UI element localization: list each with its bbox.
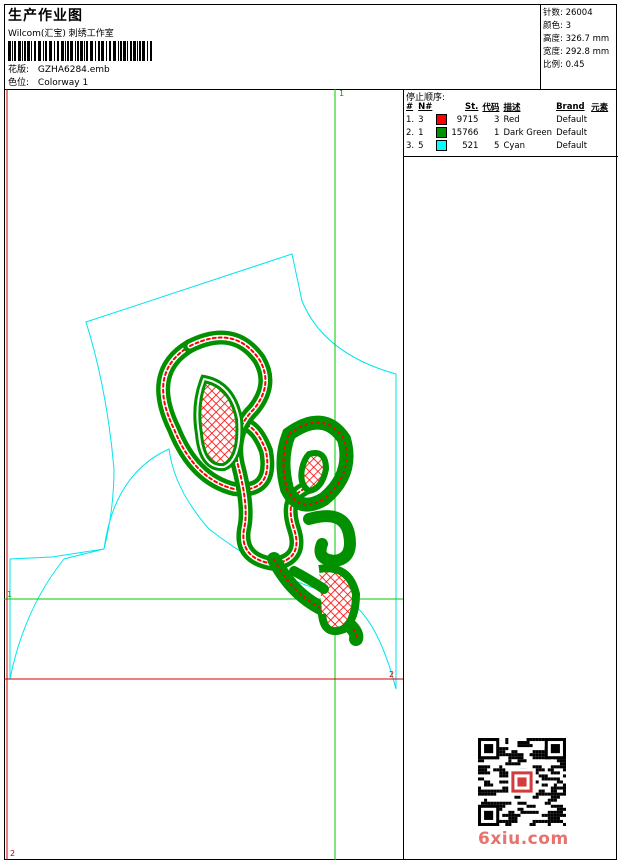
guide-label-v2: 2 (10, 849, 15, 858)
design-canvas: 1 1 2 2 (4, 89, 404, 860)
row-description: Dark Green (503, 127, 553, 138)
row-brand: Default (556, 140, 588, 151)
guide-label-h2: 2 (389, 670, 394, 679)
color-row: 2. 1 15766 1 Dark Green Default (404, 126, 610, 139)
color-table: # N# St. 代码 描述 Brand 元素 1. 3 9715 3 Red Defau… (404, 100, 610, 152)
row-brand: Default (556, 114, 588, 125)
color-row: 3. 5 521 5 Cyan Default (404, 139, 610, 152)
barcode (8, 41, 152, 61)
col-stitches: St. (465, 101, 479, 112)
row-index: 1. (406, 114, 415, 125)
row-swatch (434, 139, 449, 152)
row-swatch (434, 126, 449, 139)
guide-label-v1: 1 (339, 89, 344, 98)
row-needle: 1 (418, 127, 424, 138)
row-stitches: 15766 (451, 127, 479, 138)
row-stitches: 9715 (456, 114, 479, 125)
colorway-row: 色位: Colorway 1 (8, 75, 88, 88)
pattern-value: GZHA6284.emb (37, 65, 110, 75)
col-code: 代码 (482, 102, 500, 113)
scale-value: 比例: 0.45 (543, 60, 585, 70)
row-element (589, 139, 610, 152)
site-watermark: 6xiu.com (478, 829, 569, 849)
color-count: 颜色: 3 (543, 21, 571, 31)
color-row: 1. 3 9715 3 Red Default (404, 113, 610, 126)
row-needle: 3 (418, 114, 424, 125)
stitch-count: 针数: 26004 (543, 8, 593, 18)
color-table-header: # N# St. 代码 描述 Brand 元素 (404, 100, 610, 113)
header-panel: 生产作业图 Wilcom(汇宝) 刺绣工作室 花版: GZHA6284.emb … (4, 4, 617, 90)
row-stitches: 521 (462, 140, 479, 151)
row-description: Red (503, 114, 520, 125)
guide-label-h1: 1 (7, 590, 12, 599)
stats-panel: 针数: 26004 颜色: 3 高度: 326.7 mm 宽度: 292.8 m… (540, 4, 618, 90)
design-height: 高度: 326.7 mm (543, 34, 610, 44)
company-name: Wilcom(汇宝) 刺绣工作室 (8, 29, 114, 39)
color-swatch (436, 127, 448, 138)
row-index: 3. (406, 140, 415, 151)
col-swatch (434, 100, 449, 113)
row-code: 5 (494, 140, 500, 151)
row-code: 1 (494, 127, 500, 138)
page-title: 生产作业图 (8, 8, 83, 24)
pattern-label: 花版: (8, 65, 30, 75)
row-index: 2. (406, 127, 415, 138)
qr-code (478, 738, 566, 826)
row-description: Cyan (503, 140, 525, 151)
design-drawing: 1 1 2 2 (4, 89, 404, 860)
col-element: 元素 (591, 102, 609, 113)
color-swatch (436, 140, 448, 151)
row-element (589, 113, 610, 126)
row-swatch (434, 113, 449, 126)
col-needle: N# (418, 101, 433, 112)
col-brand: Brand (556, 101, 585, 112)
row-needle: 5 (418, 140, 424, 151)
panel-divider (404, 156, 618, 157)
col-description: 描述 (503, 102, 521, 113)
row-brand: Default (556, 127, 588, 138)
pattern-row: 花版: GZHA6284.emb (8, 62, 110, 75)
design-width: 宽度: 292.8 mm (543, 47, 610, 57)
colorway-label: 色位: (8, 78, 30, 88)
color-swatch (436, 114, 448, 125)
embroidery-motif (156, 330, 364, 646)
row-element (589, 126, 610, 139)
col-index: # (406, 101, 414, 112)
row-code: 3 (494, 114, 500, 125)
colorway-value: Colorway 1 (37, 78, 89, 88)
